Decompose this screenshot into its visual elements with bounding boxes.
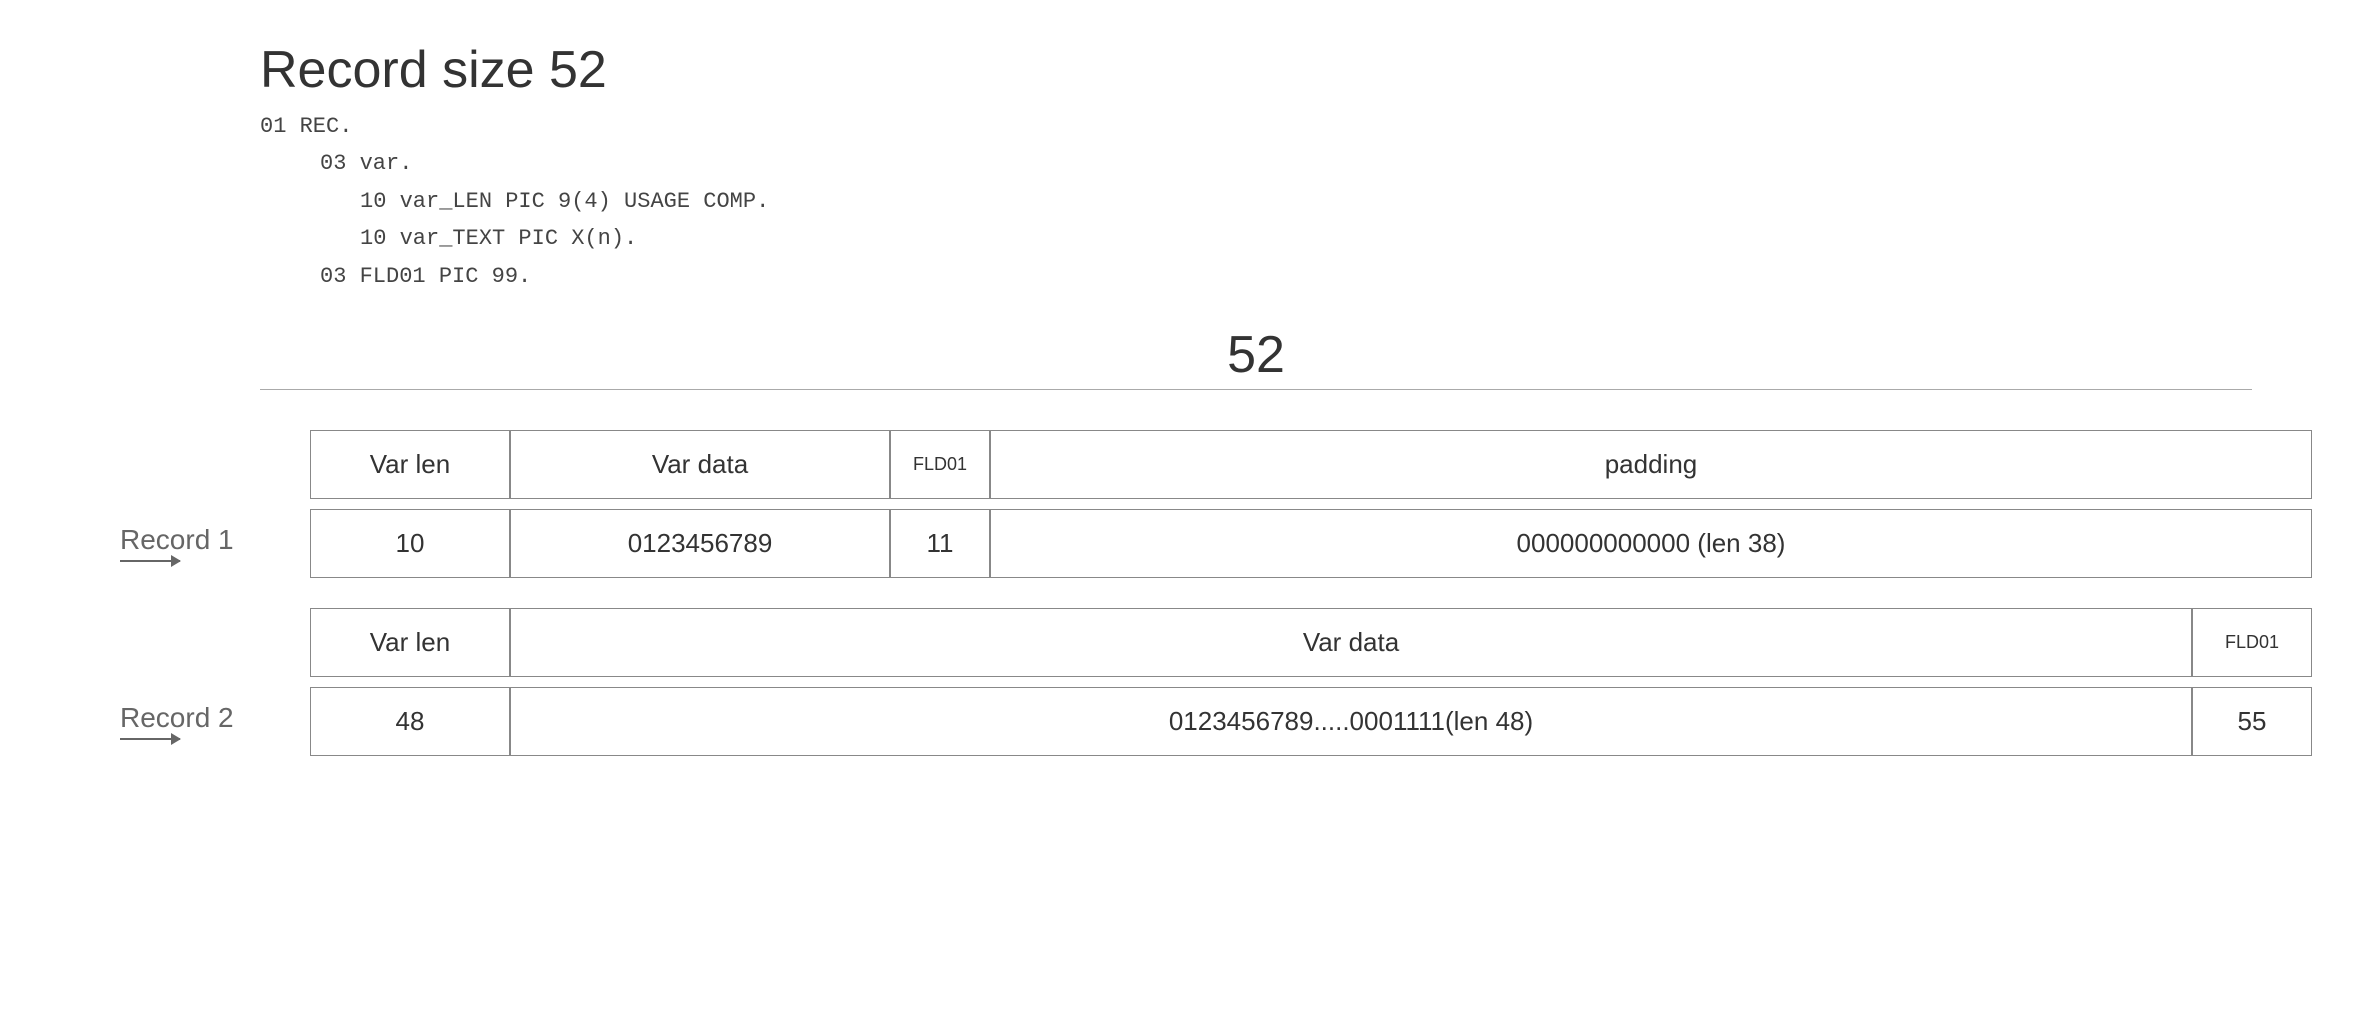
record2-data-fld01: 55 (2192, 687, 2312, 756)
record1-header-padding: padding (990, 430, 2312, 499)
record2-header-table: Var len Var data FLD01 (310, 608, 2312, 677)
record2-data-group: Record 2 48 0123456789.....0001111(len 4… (120, 687, 2312, 756)
record2-data-row: 48 0123456789.....0001111(len 48) 55 (310, 687, 2312, 756)
record2-data-varlen: 48 (310, 687, 510, 756)
cobol-code-block: 01 REC. 03 var. 10 var_LEN PIC 9(4) USAG… (260, 108, 2312, 295)
record1-header-fld01: FLD01 (890, 430, 990, 499)
cobol-line-5: 03 FLD01 PIC 99. (320, 258, 2312, 295)
cobol-line-1: 01 REC. (260, 108, 2312, 145)
cobol-line-2: 03 var. (320, 145, 2312, 182)
page-title: Record size 52 (260, 40, 2312, 100)
record1-header-group: Record 1 Var len Var data FLD01 padding (120, 430, 2312, 499)
record1-label-text: Record 1 (120, 524, 234, 556)
size-label-row: 52 (260, 325, 2252, 390)
record1-header-row: Var len Var data FLD01 padding (310, 430, 2312, 499)
record2-label-text: Record 2 (120, 702, 234, 734)
record1-arrow (120, 560, 180, 562)
record2-data-table: 48 0123456789.....0001111(len 48) 55 (310, 687, 2312, 756)
record1-data-padding: 000000000000 (len 38) (990, 509, 2312, 578)
record2-header-row: Var len Var data FLD01 (310, 608, 2312, 677)
record2-header-varlen: Var len (310, 608, 510, 677)
record1-header-vardata: Var data (510, 430, 890, 499)
record2-arrow (120, 738, 180, 740)
record1-label: Record 1 (120, 524, 310, 562)
record1-header-table: Var len Var data FLD01 padding (310, 430, 2312, 499)
record1-data-table: 10 0123456789 11 000000000000 (len 38) (310, 509, 2312, 578)
cobol-line-4: 10 var_TEXT PIC X(n). (360, 220, 2312, 257)
record1-data-fld01: 11 (890, 509, 990, 578)
record2-arrow-line (120, 738, 180, 740)
record1-data-varlen: 10 (310, 509, 510, 578)
cobol-line-3: 10 var_LEN PIC 9(4) USAGE COMP. (360, 183, 2312, 220)
record2-data-vardata: 0123456789.....0001111(len 48) (510, 687, 2192, 756)
record1-data-vardata: 0123456789 (510, 509, 890, 578)
size-number: 52 (1227, 325, 1285, 385)
size-divider-line (260, 389, 2252, 390)
record2-header-group: Record 2 Var len Var data FLD01 (120, 608, 2312, 677)
spacer (120, 588, 2312, 608)
record1-header-varlen: Var len (310, 430, 510, 499)
record2-label: Record 2 (120, 702, 310, 740)
record1-arrow-line (120, 560, 180, 562)
record2-header-fld01: FLD01 (2192, 608, 2312, 677)
records-section: Record 1 Var len Var data FLD01 padding … (120, 430, 2312, 756)
record1-data-group: Record 1 10 0123456789 11 000000000000 (… (120, 509, 2312, 578)
record1-data-row: 10 0123456789 11 000000000000 (len 38) (310, 509, 2312, 578)
record2-header-vardata: Var data (510, 608, 2192, 677)
